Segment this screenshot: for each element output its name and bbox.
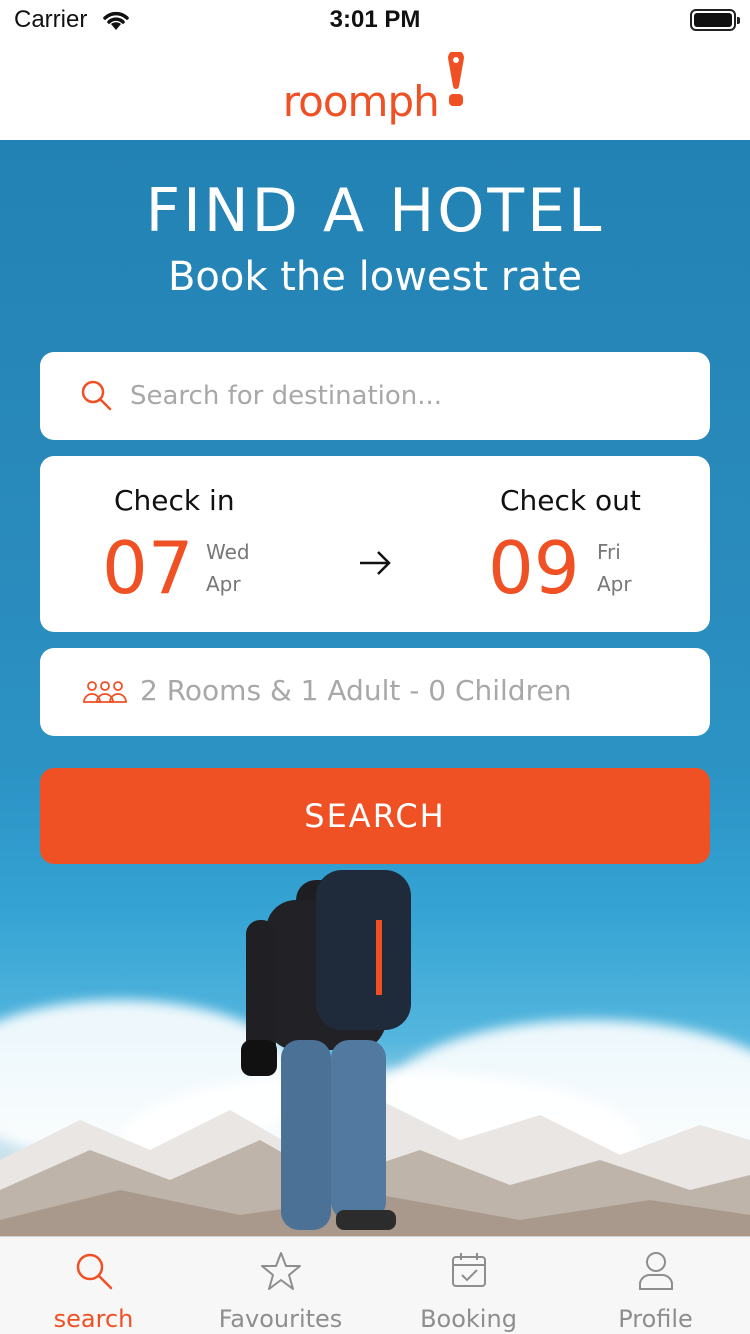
check-out-weekday: Fri <box>597 540 621 564</box>
check-in-month: Apr <box>206 572 241 596</box>
logo-text: roomph <box>282 77 440 126</box>
group-icon <box>83 681 127 703</box>
rooms-guests-selector[interactable]: 2 Rooms & 1 Adult - 0 Children <box>40 648 710 736</box>
check-out-label: Check out <box>500 484 641 517</box>
tab-label: Favourites <box>218 1305 343 1333</box>
tab-favourites[interactable]: Favourites <box>187 1237 374 1334</box>
tab-profile[interactable]: Profile <box>562 1237 749 1334</box>
status-bar: Carrier 3:01 PM <box>0 0 750 40</box>
destination-search-card[interactable] <box>40 352 710 440</box>
search-icon <box>81 380 112 411</box>
hero-subtitle: Book the lowest rate <box>167 254 583 300</box>
calendar-check-icon <box>451 1253 486 1287</box>
search-button[interactable]: SEARCH <box>40 768 710 864</box>
arrow-right-icon <box>360 551 391 575</box>
check-in-selector[interactable]: Check in 07 Wed Apr <box>40 456 340 632</box>
check-out-selector[interactable]: Check out 09 Fri Apr <box>420 456 710 632</box>
hero-title: FIND A HOTEL <box>145 176 605 246</box>
tab-label: Profile <box>618 1305 693 1333</box>
search-icon <box>76 1253 112 1290</box>
user-icon <box>638 1252 673 1290</box>
check-out-month: Apr <box>597 572 632 596</box>
dates-card: Check in 07 Wed Apr Check out 09 Fri Apr <box>40 456 710 632</box>
tab-label: Booking <box>420 1305 517 1333</box>
tab-search[interactable]: search <box>0 1237 187 1334</box>
hiker-image <box>241 870 411 1230</box>
clock: 3:01 PM <box>329 6 421 33</box>
tab-label: search <box>53 1305 134 1333</box>
tab-bar: search Favourites Booking Profile <box>0 1236 750 1334</box>
check-in-weekday: Wed <box>206 540 250 564</box>
check-in-day: 07 <box>102 526 194 610</box>
guests-summary: 2 Rooms & 1 Adult - 0 Children <box>140 674 572 707</box>
roomph-logo: roomph <box>0 52 750 126</box>
destination-search-input[interactable] <box>130 374 670 418</box>
app-header: roomph <box>0 40 750 140</box>
check-in-label: Check in <box>114 484 235 517</box>
star-icon <box>260 1252 301 1290</box>
logo-exclamation-icon <box>448 52 465 106</box>
battery-icon <box>690 9 740 31</box>
hero-background: FIND A HOTEL Book the lowest rate Check … <box>0 140 750 1236</box>
tab-booking[interactable]: Booking <box>375 1237 562 1334</box>
check-out-day: 09 <box>488 526 580 610</box>
